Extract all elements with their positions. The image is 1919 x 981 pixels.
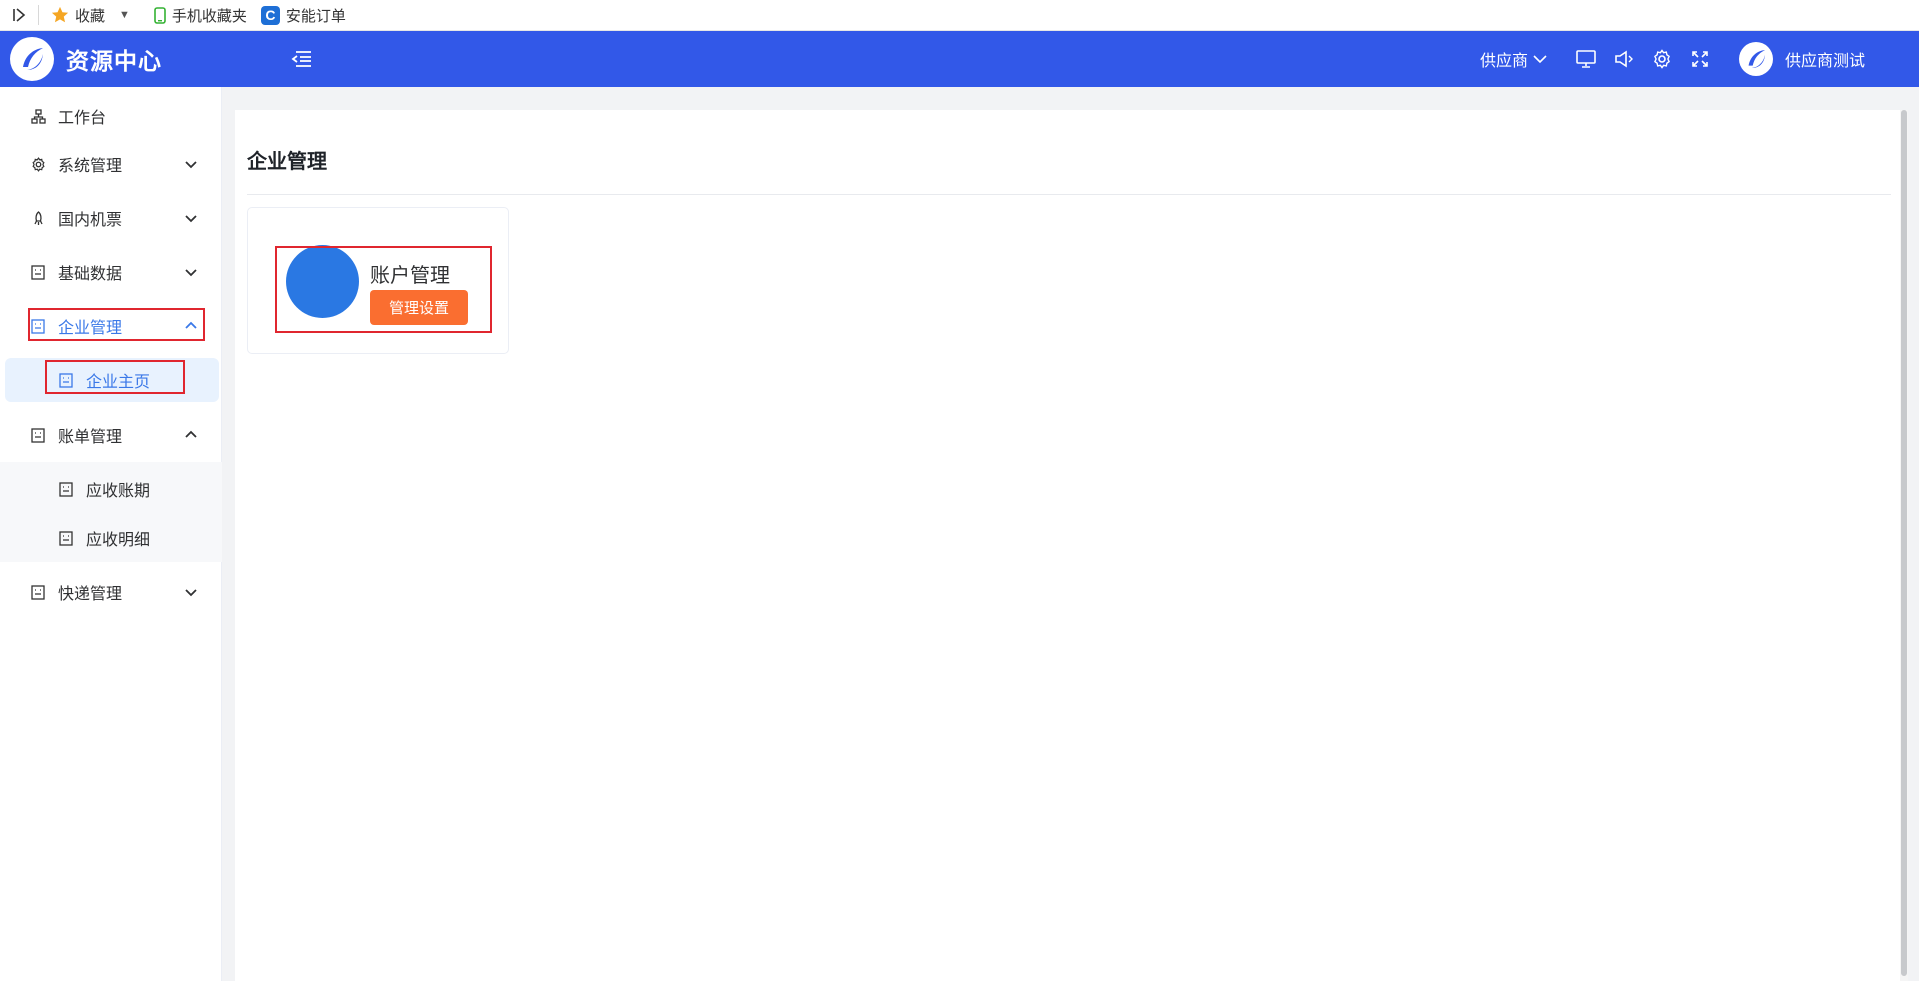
speaker-icon[interactable] — [1613, 48, 1635, 70]
role-label: 供应商 — [1479, 53, 1528, 70]
bookmark-label: 收藏 — [75, 7, 106, 25]
sidebar-item-label: 账单管理 — [58, 429, 123, 446]
fullscreen-icon[interactable] — [1689, 48, 1711, 70]
sidebar-item-basic-data[interactable]: 基础数据 — [0, 249, 222, 295]
doc-icon — [58, 530, 74, 546]
chevron-down-icon — [184, 157, 198, 171]
dropdown-caret-icon[interactable]: ▼ — [119, 9, 130, 21]
sidebar: 工作台 系统管理 国内机票 基础数据 企业管理 企业主页 账单管理 应收账期 应… — [0, 87, 222, 981]
role-switch-dropdown[interactable]: 供应商 — [1480, 47, 1547, 71]
bookmarks-bar: 收藏 ▼ 手机收藏夹 C 安能订单 — [0, 0, 1919, 31]
sidebar-toggle-icon[interactable] — [0, 0, 38, 30]
gear-icon[interactable] — [1651, 48, 1673, 70]
sidebar-subitem-enterprise-home[interactable]: 企业主页 — [5, 358, 219, 402]
scrollbar-thumb[interactable] — [1901, 110, 1907, 976]
logo-icon — [10, 37, 54, 81]
sidebar-item-domestic-flights[interactable]: 国内机票 — [0, 195, 222, 241]
sidebar-item-label: 应收明细 — [86, 532, 151, 549]
doc-icon — [58, 481, 74, 497]
doc-icon — [58, 372, 74, 388]
workbench-icon — [30, 108, 46, 124]
chevron-down-icon — [184, 265, 198, 279]
sidebar-subitem-receivable-detail[interactable]: 应收明细 — [0, 515, 222, 561]
bookmark-mobile[interactable]: 手机收藏夹 — [154, 5, 247, 26]
module-avatar — [286, 245, 359, 318]
sidebar-item-label: 快递管理 — [58, 586, 123, 603]
page-title: 企业管理 — [247, 151, 327, 173]
doc-icon — [30, 584, 46, 600]
sidebar-item-label: 基础数据 — [58, 266, 123, 283]
user-name: 供应商测试 — [1784, 53, 1865, 70]
bookmark-label: 手机收藏夹 — [171, 7, 247, 25]
doc-icon — [30, 264, 46, 280]
sidebar-item-system[interactable]: 系统管理 — [0, 141, 222, 187]
sidebar-item-label: 国内机票 — [58, 212, 123, 229]
monitor-icon[interactable] — [1575, 48, 1597, 70]
app-header: 资源中心 供应商 供应商测试 — [0, 31, 1919, 87]
app-title: 资源中心 — [66, 48, 162, 74]
title-divider — [247, 194, 1891, 195]
sidebar-item-billing[interactable]: 账单管理 — [0, 412, 222, 458]
doc-icon — [30, 427, 46, 443]
module-title: 账户管理 — [370, 265, 450, 287]
gear-icon — [30, 156, 46, 172]
avatar — [1738, 42, 1773, 76]
chevron-up-icon — [184, 428, 198, 442]
sidebar-subitem-receivable-period[interactable]: 应收账期 — [0, 466, 222, 512]
sidebar-item-label: 应收账期 — [86, 483, 151, 500]
sidebar-item-workbench[interactable]: 工作台 — [0, 93, 222, 139]
bookmark-anneng[interactable]: C 安能订单 — [260, 5, 346, 26]
chevron-up-icon — [184, 319, 198, 333]
chevron-down-icon — [184, 211, 198, 225]
sidebar-item-label: 企业主页 — [86, 374, 151, 391]
manage-settings-button[interactable]: 管理设置 — [370, 290, 468, 325]
bookmark-label: 安能订单 — [285, 7, 346, 25]
bookmarks-divider — [38, 5, 39, 25]
c-badge-icon: C — [260, 5, 280, 25]
phone-icon — [154, 6, 166, 24]
sidebar-item-label: 系统管理 — [58, 158, 123, 175]
chevron-down-icon — [184, 585, 198, 599]
sidebar-item-enterprise[interactable]: 企业管理 — [0, 303, 222, 349]
rocket-icon — [30, 210, 46, 226]
sidebar-item-label: 工作台 — [58, 110, 107, 127]
star-icon — [51, 6, 69, 24]
bookmark-favorites[interactable]: 收藏 ▼ — [51, 5, 140, 26]
user-menu[interactable]: 供应商测试 — [1738, 42, 1865, 76]
sidebar-item-label: 企业管理 — [58, 320, 123, 337]
chevron-down-icon — [1533, 54, 1547, 64]
doc-icon — [30, 318, 46, 334]
header-actions: 供应商 供应商测试 — [1480, 42, 1865, 76]
app-logo[interactable]: 资源中心 — [10, 37, 270, 81]
sidebar-item-express[interactable]: 快递管理 — [0, 569, 222, 615]
menu-collapse-icon[interactable] — [288, 46, 314, 72]
